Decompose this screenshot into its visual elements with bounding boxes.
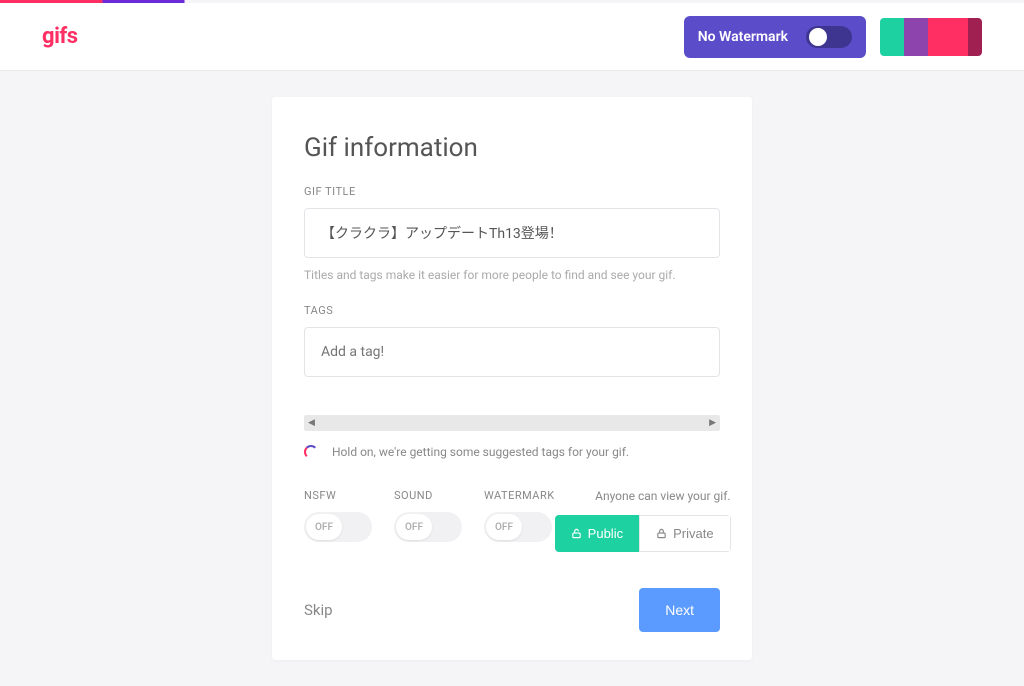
visibility-text: Anyone can view your gif. — [555, 489, 731, 503]
visibility-buttons: Public Private — [555, 515, 731, 552]
loading-row: Hold on, we're getting some suggested ta… — [304, 445, 720, 459]
skip-button[interactable]: Skip — [304, 601, 333, 619]
color-swatch-green — [880, 18, 904, 56]
main-content: Gif information GIF TITLE Titles and tag… — [0, 71, 1024, 686]
nsfw-toggle[interactable]: OFF — [304, 512, 372, 542]
scroll-left-icon[interactable]: ◀ — [308, 418, 315, 428]
public-label: Public — [588, 526, 623, 541]
sound-toggle[interactable]: OFF — [394, 512, 462, 542]
nsfw-toggle-group: NSFW OFF — [304, 489, 372, 542]
watermark-header-switch[interactable] — [806, 26, 852, 48]
nsfw-toggle-knob: OFF — [306, 514, 342, 540]
watermark-header-toggle[interactable]: No Watermark — [684, 16, 866, 58]
sound-toggle-knob: OFF — [396, 514, 432, 540]
scroll-right-icon[interactable]: ▶ — [709, 418, 716, 428]
gif-title-label: GIF TITLE — [304, 185, 720, 198]
color-swatch-darkpink — [968, 18, 982, 56]
watermark-header-knob — [809, 28, 827, 46]
private-label: Private — [673, 526, 713, 541]
private-button[interactable]: Private — [639, 515, 730, 552]
toggles-left: NSFW OFF SOUND OFF WATERMARK OFF — [304, 489, 555, 542]
color-palette[interactable] — [880, 18, 982, 56]
watermark-label: WATERMARK — [484, 489, 555, 502]
nsfw-label: NSFW — [304, 489, 372, 502]
logo[interactable]: gifs — [42, 24, 78, 49]
toggles-row: NSFW OFF SOUND OFF WATERMARK OFF — [304, 489, 720, 552]
card-title: Gif information — [304, 133, 720, 163]
watermark-toggle[interactable]: OFF — [484, 512, 552, 542]
sound-label: SOUND — [394, 489, 462, 502]
header: gifs No Watermark — [0, 3, 1024, 71]
tags-label: TAGS — [304, 304, 720, 317]
public-button[interactable]: Public — [555, 515, 639, 552]
gif-info-card: Gif information GIF TITLE Titles and tag… — [272, 97, 752, 660]
footer-row: Skip Next — [304, 588, 720, 632]
visibility-section: Anyone can view your gif. Public — [555, 489, 731, 552]
next-button[interactable]: Next — [639, 588, 720, 632]
suggested-tags-scrollbar[interactable]: ◀ ▶ — [304, 415, 720, 431]
helper-text: Titles and tags make it easier for more … — [304, 268, 720, 282]
sound-toggle-group: SOUND OFF — [394, 489, 462, 542]
color-swatch-purple — [904, 18, 928, 56]
watermark-toggle-group: WATERMARK OFF — [484, 489, 555, 542]
spinner-icon — [304, 445, 318, 459]
gif-title-input[interactable] — [304, 208, 720, 258]
watermark-header-label: No Watermark — [698, 29, 788, 45]
loading-text: Hold on, we're getting some suggested ta… — [332, 445, 629, 459]
unlock-icon — [571, 528, 582, 539]
tags-input[interactable] — [304, 327, 720, 377]
lock-icon — [656, 528, 667, 539]
watermark-toggle-knob: OFF — [486, 514, 522, 540]
color-swatch-pink — [928, 18, 968, 56]
header-right: No Watermark — [684, 16, 982, 58]
